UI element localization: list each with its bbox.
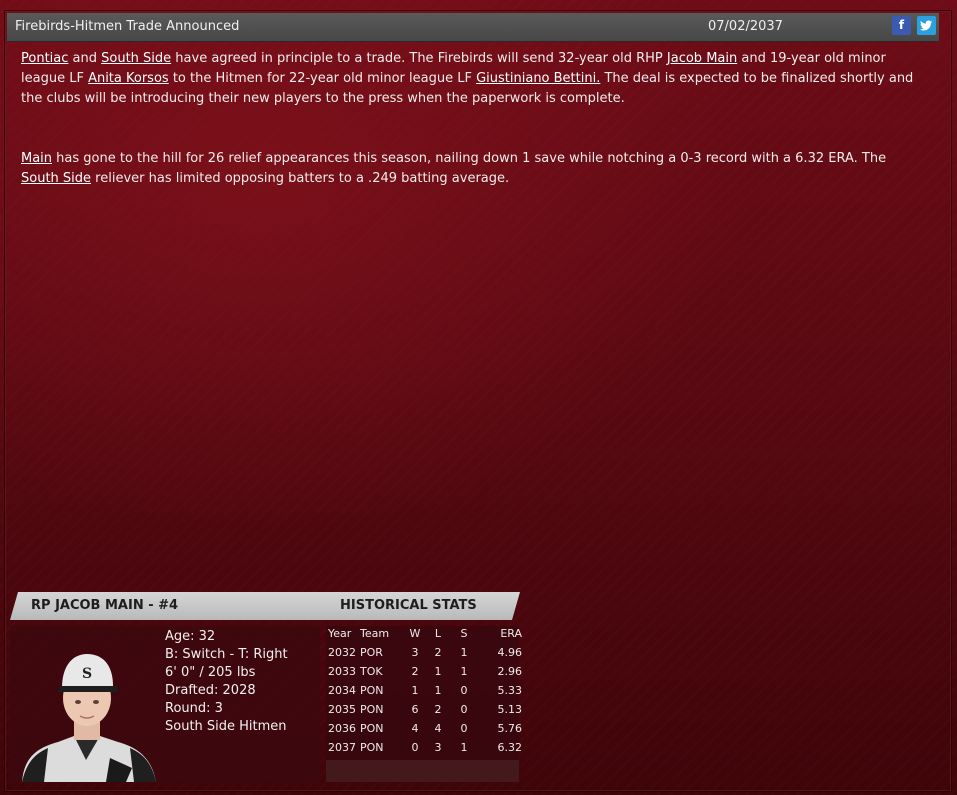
player-photo-icon[interactable]: S (14, 640, 159, 782)
news-date: 07/02/2037 (708, 19, 783, 34)
player-bio: Age: 32 B: Switch - T: Right 6' 0" / 205… (165, 628, 288, 736)
svg-text:S: S (82, 666, 92, 682)
team-link-south-side[interactable]: South Side (101, 51, 171, 66)
stats-row: 2033 TOK 2 1 1 2.96 (328, 665, 522, 678)
stats-row: 2032 POR 3 2 1 4.96 (328, 646, 522, 659)
player-name[interactable]: RP JACOB MAIN - #4 (31, 598, 178, 613)
stats-header-row: Year Team W L S ERA (326, 624, 522, 643)
story-paragraph-2: Main has gone to the hill for 26 relief … (21, 151, 887, 186)
bio-drafted: Drafted: 2028 (165, 683, 256, 698)
historical-stats-label: HISTORICAL STATS (340, 598, 477, 613)
twitter-bird-icon (920, 20, 932, 31)
stats-row: 2035 PON 6 2 0 5.13 (328, 703, 522, 716)
player-card-header: RP JACOB MAIN - #4 HISTORICAL STATS (10, 592, 520, 620)
stats-header-team: Team (360, 627, 390, 640)
news-title: Firebirds-Hitmen Trade Announced (15, 19, 240, 34)
stats-row: 2036 PON 4 4 0 5.76 (328, 722, 522, 735)
player-link-anita-korsos[interactable]: Anita Korsos (88, 71, 169, 86)
player-link-giustiniano-bettini[interactable]: Giustiniano Bettini. (476, 71, 600, 86)
title-bar: Firebirds-Hitmen Trade Announced 07/02/2… (7, 13, 939, 42)
story-paragraph-1: Pontiac and South Side have agreed in pr… (21, 51, 914, 106)
twitter-share-icon[interactable] (917, 16, 936, 35)
stats-header-era: ERA (500, 627, 522, 640)
bio-height-weight: 6' 0" / 205 lbs (165, 665, 256, 680)
team-link-pontiac[interactable]: Pontiac (21, 51, 68, 66)
stats-row: 2037 PON 0 3 1 6.32 (328, 741, 522, 754)
historical-stats-footer (326, 760, 519, 782)
player-link-jacob-main[interactable]: Jacob Main (667, 51, 737, 66)
bio-round: Round: 3 (165, 701, 223, 716)
stats-header-s: S (460, 627, 468, 640)
player-link-main[interactable]: Main (21, 151, 52, 166)
stats-header-w: W (409, 627, 421, 640)
stats-header-l: L (434, 627, 442, 640)
facebook-share-icon[interactable]: f (892, 16, 911, 35)
bio-bats-throws: B: Switch - T: Right (165, 647, 288, 662)
stats-row: 2034 PON 1 1 0 5.33 (328, 684, 522, 697)
team-link-south-side-2[interactable]: South Side (21, 171, 91, 186)
historical-stats-table: Year Team W L S ERA 2032 POR 3 2 1 4.96 … (326, 624, 522, 757)
bio-team[interactable]: South Side Hitmen (165, 718, 288, 736)
bio-age: Age: 32 (165, 629, 216, 644)
stats-header-year: Year (328, 627, 352, 640)
